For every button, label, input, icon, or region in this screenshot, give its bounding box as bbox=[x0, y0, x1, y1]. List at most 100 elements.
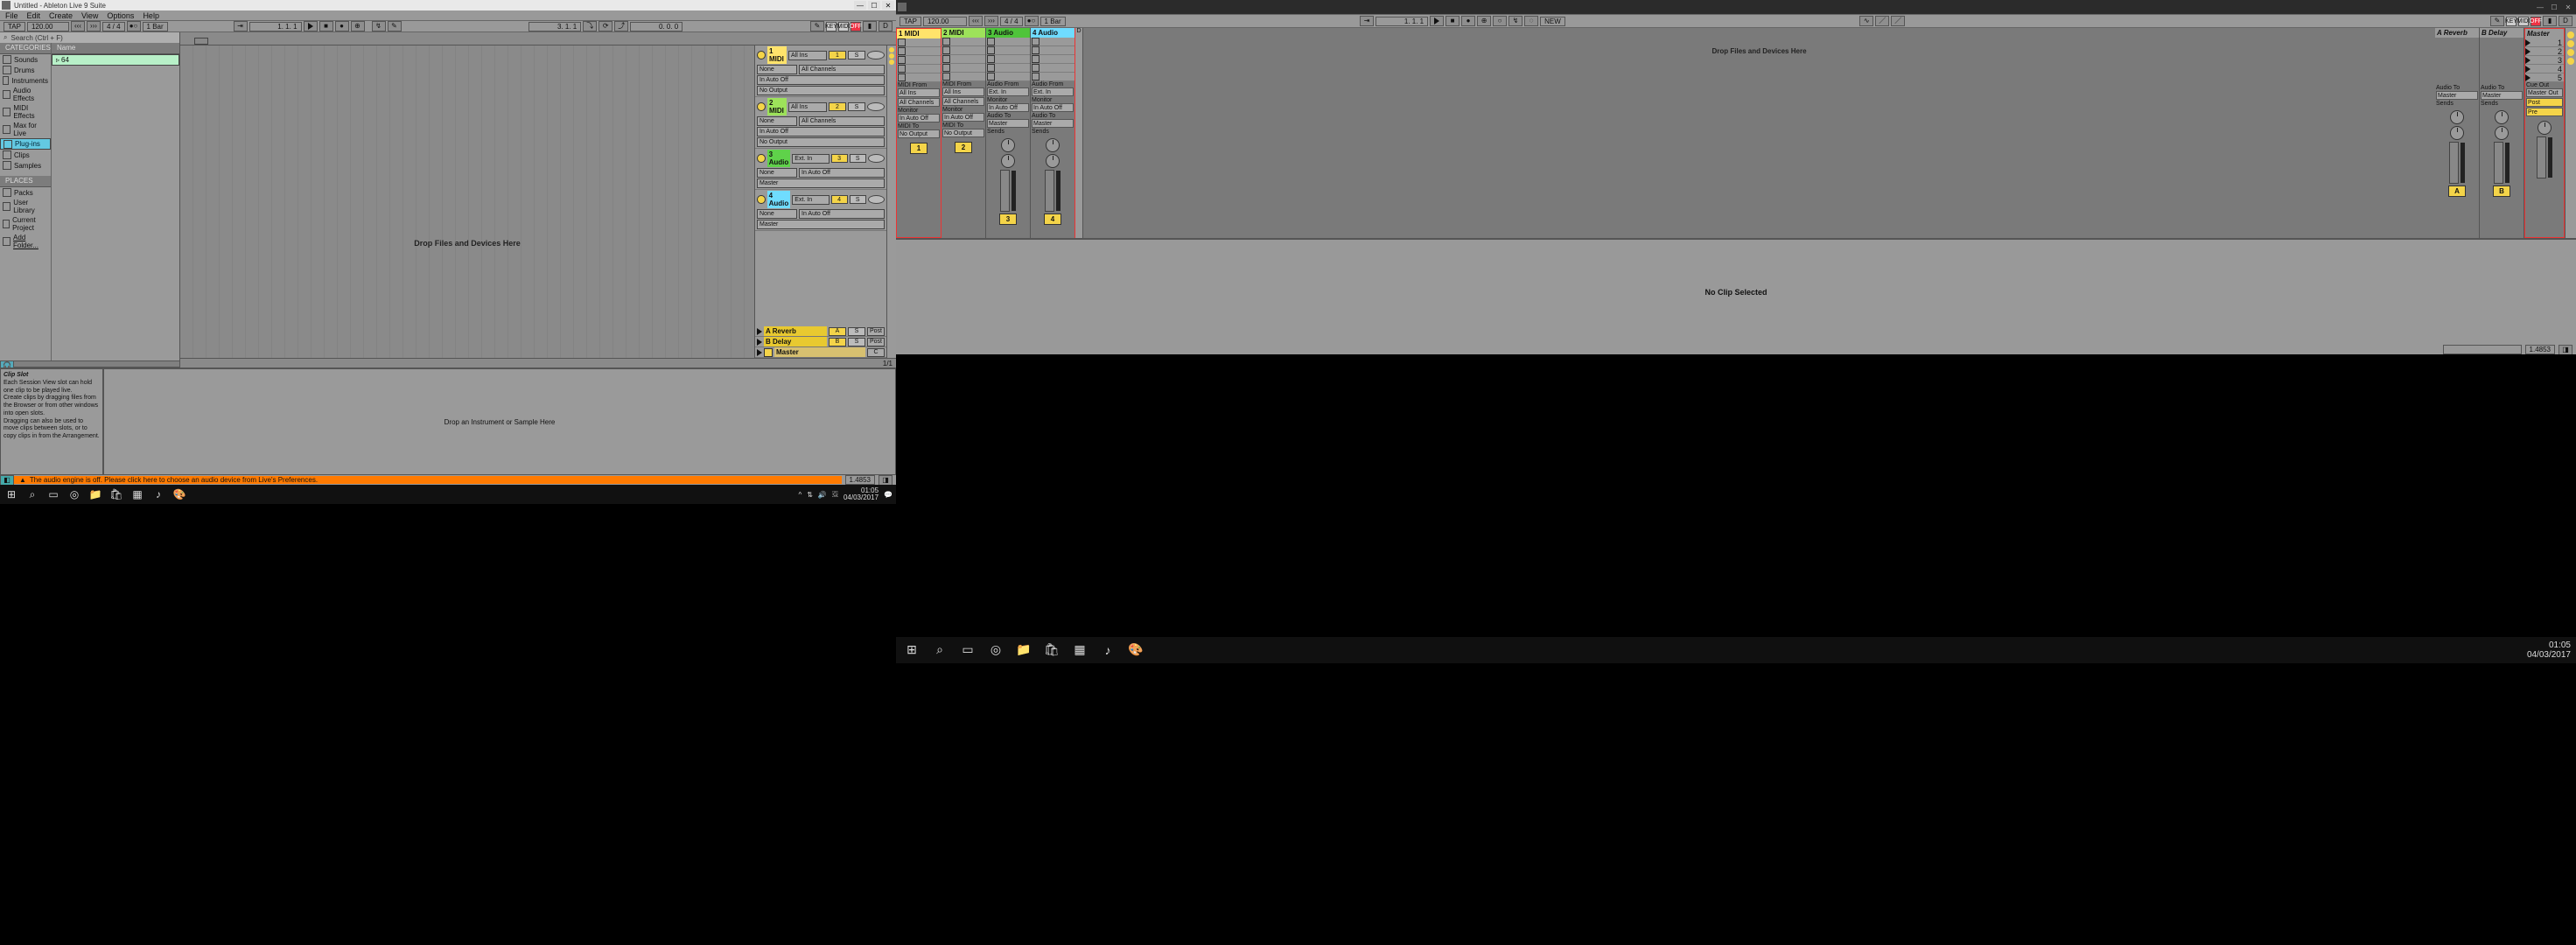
device-drop-area[interactable]: Drop an Instrument or Sample Here bbox=[103, 368, 896, 475]
post-toggle[interactable]: Post bbox=[2526, 98, 2563, 107]
clip-slot[interactable] bbox=[897, 65, 941, 74]
time-signature[interactable]: 4 / 4 bbox=[1000, 17, 1023, 26]
taskbar-search[interactable]: ⌕ bbox=[24, 487, 40, 501]
engine-off-led[interactable]: OFF bbox=[850, 22, 861, 32]
start-button[interactable]: ⊞ bbox=[4, 487, 19, 501]
tray-lang-icon[interactable]: 🇬 bbox=[832, 490, 838, 499]
solo-button[interactable]: S bbox=[848, 338, 865, 346]
midi-channel[interactable]: All Channels bbox=[942, 97, 984, 106]
clip-slot[interactable] bbox=[1031, 38, 1074, 46]
clip-slot[interactable] bbox=[897, 56, 941, 65]
cue-volume-knob[interactable] bbox=[2538, 121, 2552, 135]
midi-to[interactable]: No Output bbox=[942, 129, 984, 137]
cat-midi-effects[interactable]: MIDI Effects bbox=[0, 103, 51, 121]
arrangement-timeline[interactable] bbox=[180, 32, 896, 46]
clip-slot[interactable] bbox=[1031, 55, 1074, 64]
taskbar-live[interactable]: ▦ bbox=[1069, 640, 1090, 660]
place-current-project[interactable]: Current Project bbox=[0, 215, 51, 233]
place-user-library[interactable]: User Library bbox=[0, 198, 51, 215]
track-number[interactable]: 4 bbox=[831, 195, 848, 204]
overdub-button[interactable]: ⊕ bbox=[351, 21, 365, 32]
key-map-toggle[interactable]: KEY bbox=[826, 22, 836, 32]
taskbar-app1[interactable]: ♪ bbox=[1097, 640, 1118, 660]
arm-button[interactable] bbox=[868, 195, 885, 204]
monitor[interactable]: In Auto Off bbox=[757, 75, 885, 85]
metronome-button[interactable]: ●○ bbox=[127, 21, 141, 32]
draw-mode[interactable]: ✎ bbox=[2490, 16, 2504, 26]
cat-audio-effects[interactable]: Audio Effects bbox=[0, 86, 51, 103]
curve-tool[interactable]: ∿ bbox=[1859, 16, 1873, 26]
punch-out[interactable]: ⤴ bbox=[614, 21, 628, 32]
taskbar-store[interactable]: 🛍 bbox=[1041, 640, 1062, 660]
arm-button[interactable]: 1 bbox=[910, 143, 928, 154]
pencil-tool[interactable]: ／ bbox=[1891, 16, 1905, 26]
key-map-toggle[interactable]: KEY bbox=[2506, 17, 2516, 26]
taskbar-chrome[interactable]: ◎ bbox=[66, 487, 82, 501]
tap-button[interactable]: TAP bbox=[900, 17, 921, 26]
cat-clips[interactable]: Clips bbox=[0, 150, 51, 160]
metronome-button[interactable]: ●○ bbox=[1025, 16, 1039, 26]
loop-brace[interactable] bbox=[194, 38, 208, 45]
solo-button[interactable]: S bbox=[850, 154, 866, 163]
status-left-toggle[interactable]: ◧ bbox=[0, 475, 14, 486]
return-title[interactable]: A Reverb bbox=[2435, 28, 2479, 38]
track-title[interactable]: 1 MIDI bbox=[897, 29, 941, 38]
send-a-knob[interactable] bbox=[1046, 138, 1060, 152]
audio-from[interactable]: Ext. In bbox=[1032, 88, 1074, 96]
monitor[interactable]: In Auto Off bbox=[799, 209, 885, 219]
line-tool[interactable]: ／ bbox=[1875, 16, 1889, 26]
volume-slider[interactable] bbox=[1000, 170, 1010, 212]
arm-button[interactable] bbox=[867, 51, 885, 60]
track-title[interactable]: 3 Audio bbox=[986, 28, 1030, 38]
tempo-nudge-down[interactable]: ‹‹‹ bbox=[969, 16, 983, 26]
tray-more-icon[interactable]: ^ bbox=[798, 491, 802, 499]
minimize-button[interactable]: — bbox=[854, 1, 866, 10]
audio-from[interactable]: Ext. In bbox=[792, 154, 829, 164]
clip-slot[interactable] bbox=[942, 46, 985, 55]
task-view[interactable]: ▭ bbox=[46, 487, 61, 501]
tempo-nudge-up[interactable]: ››› bbox=[87, 21, 101, 32]
automation-arm[interactable]: ↯ bbox=[1508, 16, 1522, 26]
new-clip[interactable]: NEW bbox=[1540, 17, 1565, 26]
loop-length[interactable]: 0. 0. 0 bbox=[630, 22, 682, 32]
master-title[interactable]: Master bbox=[2525, 29, 2564, 38]
midi-channel[interactable]: All Channels bbox=[799, 65, 885, 74]
clip-slot[interactable] bbox=[942, 55, 985, 64]
cat-samples[interactable]: Samples bbox=[0, 160, 51, 171]
monitor[interactable]: In Auto Off bbox=[898, 114, 940, 122]
taskbar-clock[interactable]: 01:0504/03/2017 bbox=[844, 487, 878, 501]
clip-slot[interactable] bbox=[986, 38, 1030, 46]
master-header[interactable]: MasterC bbox=[755, 347, 886, 358]
scene-slot[interactable]: 2 bbox=[2525, 47, 2564, 56]
maximize-button[interactable]: ☐ bbox=[2548, 3, 2560, 11]
solo-button[interactable]: S bbox=[848, 327, 865, 336]
menu-help[interactable]: Help bbox=[143, 11, 159, 20]
activator-led[interactable] bbox=[757, 51, 766, 60]
midi-to[interactable]: No Output bbox=[898, 130, 940, 138]
selector-dot[interactable] bbox=[889, 47, 894, 52]
arm-button[interactable] bbox=[868, 154, 885, 163]
record-button[interactable]: ● bbox=[1461, 16, 1475, 26]
session-return-a[interactable]: A Reverb Audio To Master Sends A bbox=[2435, 28, 2480, 238]
selector-sends[interactable] bbox=[2567, 40, 2574, 47]
clip-slot[interactable] bbox=[897, 47, 941, 56]
send-a-knob[interactable] bbox=[1001, 138, 1015, 152]
clip-slot[interactable] bbox=[1031, 73, 1074, 81]
time-signature[interactable]: 4 / 4 bbox=[102, 22, 125, 32]
track-title[interactable]: 4 Audio bbox=[1031, 28, 1074, 38]
tempo-nudge-down[interactable]: ‹‹‹ bbox=[71, 21, 85, 32]
cat-sounds[interactable]: Sounds bbox=[0, 54, 51, 65]
arm-button[interactable]: 2 bbox=[955, 142, 972, 153]
solo-button[interactable]: S bbox=[850, 195, 866, 204]
pan-knob[interactable] bbox=[2495, 126, 2509, 140]
post-toggle[interactable]: Post bbox=[867, 327, 885, 336]
quantize-menu[interactable]: 1 Bar bbox=[143, 22, 168, 32]
selector-returns[interactable] bbox=[2567, 49, 2574, 56]
clip-slot[interactable] bbox=[897, 38, 941, 47]
monitor[interactable]: In Auto Off bbox=[757, 127, 885, 136]
session-return-b[interactable]: B Delay Audio To Master Sends B bbox=[2480, 28, 2524, 238]
midi-channel[interactable]: All Channels bbox=[898, 98, 940, 107]
selector-dot[interactable] bbox=[889, 53, 894, 59]
play-button[interactable] bbox=[304, 21, 318, 32]
monitor[interactable]: In Auto Off bbox=[942, 113, 984, 122]
